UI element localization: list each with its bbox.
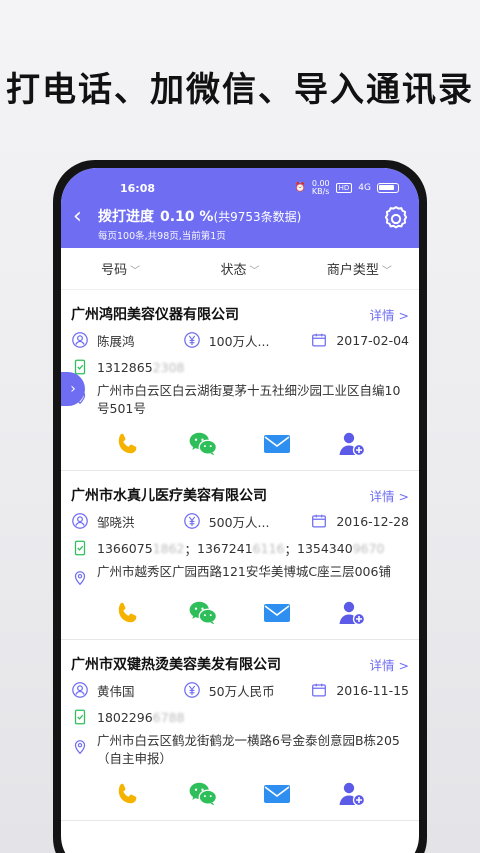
chevron-right-icon: ›	[70, 381, 76, 397]
mobile-phone-icon	[74, 709, 86, 725]
legal-person: 邹晓洪	[97, 514, 135, 530]
add-contact-button[interactable]	[337, 429, 367, 459]
phone-number[interactable]: 13543409670	[297, 541, 384, 556]
back-arrow-icon[interactable]: ‹	[73, 206, 82, 228]
yuan-icon	[183, 513, 200, 529]
action-row	[71, 587, 409, 639]
nav-row: ‹ 拨打进度 0.10 %(共9753条数据) 每页100条,共98页,当前第1页	[61, 196, 419, 248]
wechat-icon	[189, 601, 217, 625]
registered-capital: 100万人...	[208, 333, 270, 349]
founded-date: 2016-11-15	[336, 682, 409, 698]
company-name: 广州市水真儿医疗美容有限公司	[71, 488, 267, 504]
filter-merchant-type[interactable]: 商户类型 ﹀	[300, 259, 419, 278]
mail-button[interactable]	[262, 429, 292, 459]
hd-icon: HD	[335, 183, 353, 193]
call-button[interactable]	[113, 779, 143, 809]
add-contact-icon	[339, 432, 365, 457]
call-button[interactable]	[113, 598, 143, 628]
company-name: 广州鸿阳美容仪器有限公司	[71, 307, 239, 323]
legal-person: 陈展鸿	[97, 333, 135, 349]
signal-icon: 4G	[358, 183, 371, 193]
promo-headline: 打电话、加微信、导入通讯录	[6, 70, 474, 110]
page-info: 每页100条,共98页,当前第1页	[98, 231, 226, 242]
company-address: 广州市越秀区广园西路121安华美博城C座三层006铺	[97, 564, 391, 579]
calendar-icon	[312, 683, 327, 697]
registered-capital: 500万人...	[208, 514, 270, 530]
phone-number[interactable]: 18022966788	[97, 710, 184, 725]
action-row	[71, 768, 409, 820]
detail-link[interactable]: 详情 >	[370, 305, 409, 324]
company-card: 广州市双键热烫美容美发有限公司 详情 > 黄伟国 50万人民币 2016-11-…	[61, 640, 419, 821]
mail-icon	[264, 435, 291, 453]
calendar-icon	[312, 514, 327, 528]
location-pin-icon	[74, 740, 86, 755]
phone-number[interactable]: 13672416116	[197, 541, 284, 556]
progress-total: (共9753条数据)	[213, 210, 302, 224]
alarm-icon: ⏰	[294, 183, 306, 193]
company-address: 广州市白云区鹤龙街鹤龙一横路6号金泰创意园B栋205（自主申报）	[97, 733, 400, 766]
company-card: 广州市水真儿医疗美容有限公司 详情 > 邹晓洪 500万人... 2016-12…	[61, 471, 419, 640]
phone-frame: 16:08 ⏰ 0.00 KB/s HD 4G ‹ 拨打进度 0.10 %(共975…	[53, 160, 427, 853]
person-icon	[72, 332, 88, 348]
action-row	[71, 418, 409, 470]
chevron-down-icon: ﹀	[249, 266, 260, 277]
founded-date: 2017-02-04	[336, 332, 409, 348]
settings-gear-icon[interactable]	[381, 204, 411, 234]
add-contact-icon	[339, 782, 365, 807]
registered-capital: 50万人民币	[208, 683, 275, 699]
phone-call-icon	[119, 602, 137, 623]
call-button[interactable]	[113, 429, 143, 459]
wechat-button[interactable]	[188, 598, 218, 628]
wechat-icon	[189, 432, 217, 456]
company-address: 广州市白云区白云湖街夏茅十五社细沙园工业区自编10号501号	[97, 383, 401, 416]
wechat-button[interactable]	[188, 429, 218, 459]
progress-percent: 0.10 %	[160, 209, 214, 225]
wechat-icon	[189, 782, 217, 806]
location-pin-icon	[74, 571, 86, 586]
company-name: 广州市双键热烫美容美发有限公司	[71, 657, 281, 673]
phone-number[interactable]: 13660751862	[97, 541, 184, 556]
calendar-icon	[312, 333, 327, 347]
wechat-button[interactable]	[188, 779, 218, 809]
top-bar: 16:08 ⏰ 0.00 KB/s HD 4G ‹ 拨打进度 0.10 %(共975…	[61, 168, 419, 248]
net-speed: 0.00 KB/s	[311, 179, 330, 196]
detail-link[interactable]: 详情 >	[370, 655, 409, 674]
filter-number[interactable]: 号码 ﹀	[61, 259, 180, 278]
phone-call-icon	[119, 433, 137, 454]
mail-button[interactable]	[262, 779, 292, 809]
filter-bar: 号码 ﹀ 状态 ﹀ 商户类型 ﹀	[61, 248, 419, 290]
progress-title: 拨打进度 0.10 %(共9753条数据)	[98, 206, 301, 226]
phone-call-icon	[119, 783, 137, 804]
mail-icon	[264, 604, 291, 622]
progress-label: 拨打进度	[98, 209, 154, 225]
chevron-down-icon: ﹀	[130, 266, 141, 277]
add-contact-icon	[339, 601, 365, 626]
mail-icon	[264, 785, 291, 803]
battery-icon	[377, 183, 399, 193]
mobile-phone-icon	[74, 540, 86, 556]
system-icons: ⏰ 0.00 KB/s HD 4G	[295, 180, 399, 196]
app-screen: 16:08 ⏰ 0.00 KB/s HD 4G ‹ 拨打进度 0.10 %(共975…	[61, 168, 419, 853]
status-time: 16:08	[120, 182, 156, 195]
detail-link[interactable]: 详情 >	[370, 486, 409, 505]
add-contact-button[interactable]	[337, 598, 367, 628]
person-icon	[72, 513, 88, 529]
phone-number[interactable]: 13128652308	[97, 360, 184, 375]
add-contact-button[interactable]	[337, 779, 367, 809]
legal-person: 黄伟国	[97, 683, 135, 699]
status-bar: 16:08 ⏰ 0.00 KB/s HD 4G	[61, 168, 419, 196]
filter-status[interactable]: 状态 ﹀	[180, 259, 299, 278]
progress-title-block: 拨打进度 0.10 %(共9753条数据) 每页100条,共98页,当前第1页	[98, 206, 301, 242]
chevron-down-icon: ﹀	[381, 266, 392, 277]
yuan-icon	[183, 682, 200, 698]
yuan-icon	[183, 332, 200, 348]
mail-button[interactable]	[262, 598, 292, 628]
founded-date: 2016-12-28	[336, 513, 409, 529]
person-icon	[72, 682, 88, 698]
company-card: 广州鸿阳美容仪器有限公司 详情 > 陈展鸿 100万人... 2017-02-0…	[61, 290, 419, 471]
